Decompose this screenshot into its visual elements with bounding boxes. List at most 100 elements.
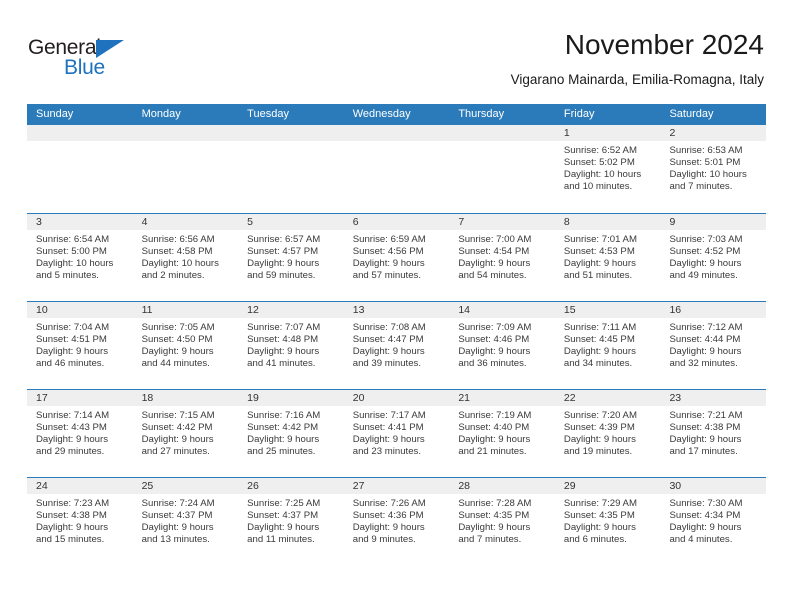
- day-sun-info: Sunrise: 7:11 AM Sunset: 4:45 PM Daylight:…: [555, 318, 661, 370]
- day-sun-info: Sunrise: 7:12 AM Sunset: 4:44 PM Daylight:…: [660, 318, 766, 370]
- calendar-day-cell[interactable]: 30 Sunrise: 7:30 AM Sunset: 4:34 PM Dayligh…: [660, 478, 767, 565]
- logo-text-blue: Blue: [64, 56, 105, 79]
- daylight-duration-line2: and 36 minutes.: [458, 358, 527, 370]
- calendar-day-cell[interactable]: 26 Sunrise: 7:25 AM Sunset: 4:37 PM Dayligh…: [238, 478, 344, 565]
- sunrise-time: Sunrise: 7:30 AM: [669, 498, 743, 509]
- daylight-duration-line2: and 7 minutes.: [458, 534, 522, 546]
- daylight-duration-line1: Daylight: 10 hours: [36, 258, 114, 270]
- day-sun-info: Sunrise: 7:30 AM Sunset: 4:34 PM Daylight:…: [660, 494, 766, 546]
- day-sun-info: Sunrise: 7:00 AM Sunset: 4:54 PM Daylight:…: [449, 230, 555, 282]
- daylight-duration-line2: and 34 minutes.: [563, 358, 633, 370]
- daylight-duration-line1: Daylight: 9 hours: [36, 434, 108, 446]
- calendar-day-cell[interactable]: 24 Sunrise: 7:23 AM Sunset: 4:38 PM Dayligh…: [27, 478, 133, 565]
- day-number: 18: [132, 390, 239, 406]
- daylight-duration-line2: and 46 minutes.: [36, 358, 105, 370]
- sunrise-time: Sunrise: 7:11 AM: [563, 322, 637, 333]
- calendar-day-cell[interactable]: 29 Sunrise: 7:29 AM Sunset: 4:35 PM Dayligh…: [554, 478, 661, 565]
- calendar-day-cell[interactable]: 28 Sunrise: 7:28 AM Sunset: 4:35 PM Dayligh…: [449, 478, 555, 565]
- calendar-day-cell[interactable]: 22 Sunrise: 7:20 AM Sunset: 4:39 PM Dayligh…: [554, 390, 661, 477]
- day-sun-info: Sunrise: 7:29 AM Sunset: 4:35 PM Daylight:…: [555, 494, 661, 546]
- sunrise-time: Sunrise: 6:54 AM: [36, 234, 110, 245]
- day-sun-info: Sunrise: 7:09 AM Sunset: 4:46 PM Daylight:…: [449, 318, 555, 370]
- sunset-time: Sunset: 4:38 PM: [669, 422, 741, 434]
- page-subtitle: Vigarano Mainarda, Emilia-Romagna, Italy: [510, 72, 764, 87]
- calendar-day-cell[interactable]: 2 Sunrise: 6:53 AM Sunset: 5:01 PM Daylight…: [660, 125, 767, 213]
- sunrise-time: Sunrise: 6:57 AM: [247, 234, 321, 245]
- calendar-day-cell[interactable]: 15 Sunrise: 7:11 AM Sunset: 4:45 PM Dayligh…: [554, 302, 661, 389]
- daylight-duration-line1: Daylight: 10 hours: [141, 258, 219, 270]
- calendar-day-cell[interactable]: 4 Sunrise: 6:56 AM Sunset: 4:58 PM Daylight…: [132, 214, 239, 301]
- daylight-duration-line1: Daylight: 9 hours: [141, 346, 214, 358]
- title-block: November 2024 Vigarano Mainarda, Emilia-…: [511, 28, 764, 88]
- day-sun-info: Sunrise: 7:24 AM Sunset: 4:37 PM Daylight:…: [133, 494, 239, 546]
- sunset-time: Sunset: 4:40 PM: [458, 422, 530, 434]
- calendar-day-cell[interactable]: 17 Sunrise: 7:14 AM Sunset: 4:43 PM Dayligh…: [27, 390, 133, 477]
- calendar-day-cell[interactable]: 19 Sunrise: 7:16 AM Sunset: 4:42 PM Dayligh…: [238, 390, 344, 477]
- calendar-day-cell[interactable]: 27 Sunrise: 7:26 AM Sunset: 4:36 PM Dayligh…: [343, 478, 450, 565]
- daylight-duration-line1: Daylight: 9 hours: [352, 258, 425, 270]
- calendar-day-cell[interactable]: 1 Sunrise: 6:52 AM Sunset: 5:02 PM Daylight…: [554, 125, 661, 213]
- sunrise-time: Sunrise: 7:28 AM: [458, 498, 532, 509]
- calendar-day-cell[interactable]: 7 Sunrise: 7:00 AM Sunset: 4:54 PM Daylight…: [449, 214, 555, 301]
- daylight-duration-line1: Daylight: 9 hours: [458, 346, 531, 358]
- day-sun-info: Sunrise: 7:05 AM Sunset: 4:50 PM Daylight:…: [133, 318, 239, 370]
- calendar-week-row: 24 Sunrise: 7:23 AM Sunset: 4:38 PM Dayligh…: [27, 477, 767, 565]
- sunset-time: Sunset: 4:41 PM: [352, 422, 424, 434]
- sunrise-time: Sunrise: 7:05 AM: [141, 322, 215, 333]
- daylight-duration-line2: and 23 minutes.: [352, 446, 422, 458]
- day-sun-info: Sunrise: 7:17 AM Sunset: 4:41 PM Daylight:…: [344, 406, 450, 458]
- day-sun-info: Sunrise: 7:19 AM Sunset: 4:40 PM Daylight:…: [449, 406, 555, 458]
- daylight-duration-line2: and 11 minutes.: [247, 534, 315, 546]
- sunset-time: Sunset: 4:48 PM: [247, 334, 319, 346]
- sunrise-time: Sunrise: 7:16 AM: [247, 410, 321, 421]
- calendar-week-row: 3 Sunrise: 6:54 AM Sunset: 5:00 PM Daylight…: [27, 213, 767, 301]
- calendar-day-cell[interactable]: 5 Sunrise: 6:57 AM Sunset: 4:57 PM Daylight…: [238, 214, 344, 301]
- calendar-day-cell[interactable]: 9 Sunrise: 7:03 AM Sunset: 4:52 PM Daylight…: [660, 214, 767, 301]
- daylight-duration-line1: Daylight: 9 hours: [563, 346, 636, 358]
- sunrise-time: Sunrise: 7:03 AM: [669, 234, 743, 245]
- daylight-duration-line1: Daylight: 9 hours: [247, 258, 320, 270]
- sunrise-time: Sunrise: 7:14 AM: [36, 410, 110, 421]
- day-sun-info: Sunrise: 7:20 AM Sunset: 4:39 PM Daylight:…: [555, 406, 661, 458]
- calendar-day-cell[interactable]: 8 Sunrise: 7:01 AM Sunset: 4:53 PM Daylight…: [554, 214, 661, 301]
- sunset-time: Sunset: 4:42 PM: [247, 422, 319, 434]
- sunrise-time: Sunrise: 7:15 AM: [141, 410, 215, 421]
- day-number: 1: [554, 125, 661, 141]
- day-sun-info: Sunrise: 7:15 AM Sunset: 4:42 PM Daylight:…: [133, 406, 239, 458]
- day-number: 16: [660, 302, 767, 318]
- daylight-duration-line2: and 59 minutes.: [247, 270, 316, 282]
- calendar-day-cell[interactable]: 20 Sunrise: 7:17 AM Sunset: 4:41 PM Dayligh…: [343, 390, 450, 477]
- day-sun-info: Sunrise: 6:59 AM Sunset: 4:56 PM Daylight:…: [344, 230, 450, 282]
- daylight-duration-line1: Daylight: 9 hours: [141, 522, 214, 534]
- day-sun-info: Sunrise: 7:28 AM Sunset: 4:35 PM Daylight:…: [449, 494, 555, 546]
- sunrise-time: Sunrise: 7:01 AM: [563, 234, 637, 245]
- daylight-duration-line1: Daylight: 9 hours: [352, 346, 425, 358]
- day-sun-info: Sunrise: 7:01 AM Sunset: 4:53 PM Daylight:…: [555, 230, 661, 282]
- sunset-time: Sunset: 4:35 PM: [458, 510, 530, 522]
- calendar-day-cell[interactable]: 23 Sunrise: 7:21 AM Sunset: 4:38 PM Dayligh…: [660, 390, 767, 477]
- calendar-day-cell[interactable]: 11 Sunrise: 7:05 AM Sunset: 4:50 PM Dayligh…: [132, 302, 239, 389]
- calendar-day-cell[interactable]: 10 Sunrise: 7:04 AM Sunset: 4:51 PM Dayligh…: [27, 302, 133, 389]
- daylight-duration-line2: and 57 minutes.: [352, 270, 422, 282]
- calendar-day-cell[interactable]: 13 Sunrise: 7:08 AM Sunset: 4:47 PM Dayligh…: [343, 302, 450, 389]
- daylight-duration-line2: and 54 minutes.: [458, 270, 527, 282]
- calendar-day-cell[interactable]: 3 Sunrise: 6:54 AM Sunset: 5:00 PM Daylight…: [27, 214, 133, 301]
- sunrise-time: Sunrise: 7:08 AM: [352, 322, 426, 333]
- day-sun-info: Sunrise: 7:07 AM Sunset: 4:48 PM Daylight:…: [238, 318, 344, 370]
- daylight-duration-line1: Daylight: 10 hours: [563, 169, 642, 181]
- calendar-day-cell[interactable]: 18 Sunrise: 7:15 AM Sunset: 4:42 PM Dayligh…: [132, 390, 239, 477]
- daylight-duration-line1: Daylight: 9 hours: [563, 434, 636, 446]
- sunrise-time: Sunrise: 7:09 AM: [458, 322, 532, 333]
- day-number: 29: [554, 478, 661, 494]
- calendar-day-cell[interactable]: 6 Sunrise: 6:59 AM Sunset: 4:56 PM Daylight…: [343, 214, 450, 301]
- calendar-day-cell[interactable]: 21 Sunrise: 7:19 AM Sunset: 4:40 PM Dayligh…: [449, 390, 555, 477]
- day-number: [449, 125, 555, 141]
- weekday-header-tuesday: Tuesday: [247, 108, 289, 120]
- calendar-day-cell[interactable]: 16 Sunrise: 7:12 AM Sunset: 4:44 PM Dayligh…: [660, 302, 767, 389]
- calendar-day-cell[interactable]: 12 Sunrise: 7:07 AM Sunset: 4:48 PM Dayligh…: [238, 302, 344, 389]
- day-number: 8: [554, 214, 661, 230]
- day-sun-info: Sunrise: 6:52 AM Sunset: 5:02 PM Daylight:…: [555, 141, 661, 193]
- calendar-day-cell[interactable]: 25 Sunrise: 7:24 AM Sunset: 4:37 PM Dayligh…: [132, 478, 239, 565]
- daylight-duration-line2: and 9 minutes.: [352, 534, 416, 546]
- calendar-day-cell[interactable]: 14 Sunrise: 7:09 AM Sunset: 4:46 PM Dayligh…: [449, 302, 555, 389]
